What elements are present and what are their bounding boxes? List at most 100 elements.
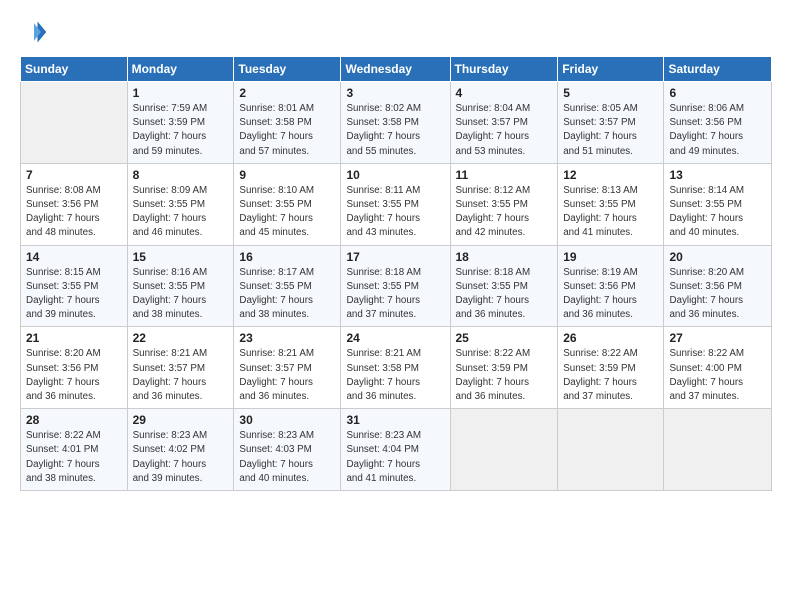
day-number: 2 bbox=[239, 86, 335, 100]
calendar-week-row: 7 Sunrise: 8:08 AMSunset: 3:56 PMDaylight… bbox=[21, 163, 772, 245]
weekday-header: Wednesday bbox=[341, 57, 450, 82]
calendar-cell: 20Sunrise: 8:20 AMSunset: 3:56 PMDayligh… bbox=[664, 245, 772, 327]
calendar-cell: 23Sunrise: 8:21 AMSunset: 3:57 PMDayligh… bbox=[234, 327, 341, 409]
day-number: 15 bbox=[133, 250, 229, 264]
calendar-cell: 13 Sunrise: 8:14 AMSunset: 3:55 PMDayligh… bbox=[664, 163, 772, 245]
day-info: Sunrise: 8:22 AMSunset: 4:00 PMDaylight:… bbox=[669, 347, 766, 404]
day-info: Sunrise: 8:22 AMSunset: 3:59 PMDaylight:… bbox=[456, 347, 553, 404]
weekday-header: Sunday bbox=[21, 57, 128, 82]
calendar-body: 1 Sunrise: 7:59 AMSunset: 3:59 PMDaylight… bbox=[21, 82, 772, 491]
calendar-cell: 15 Sunrise: 8:16 AMSunset: 3:55 PMDayligh… bbox=[127, 245, 234, 327]
day-info: Sunrise: 8:23 AMSunset: 4:02 PMDaylight:… bbox=[133, 429, 229, 486]
day-number: 10 bbox=[346, 168, 444, 182]
day-number: 4 bbox=[456, 86, 553, 100]
day-info: Sunrise: 8:14 AMSunset: 3:55 PMDaylight:… bbox=[669, 184, 766, 241]
day-info: Sunrise: 8:16 AMSunset: 3:55 PMDaylight:… bbox=[133, 266, 229, 323]
logo-icon bbox=[20, 18, 48, 46]
day-info: Sunrise: 8:05 AMSunset: 3:57 PMDaylight:… bbox=[563, 102, 658, 159]
calendar-cell: 1 Sunrise: 7:59 AMSunset: 3:59 PMDaylight… bbox=[127, 82, 234, 164]
calendar-cell: 7 Sunrise: 8:08 AMSunset: 3:56 PMDaylight… bbox=[21, 163, 128, 245]
calendar-cell: 21 Sunrise: 8:20 AMSunset: 3:56 PMDayligh… bbox=[21, 327, 128, 409]
calendar-cell: 17 Sunrise: 8:18 AMSunset: 3:55 PMDayligh… bbox=[341, 245, 450, 327]
day-info: Sunrise: 8:01 AMSunset: 3:58 PMDaylight:… bbox=[239, 102, 335, 159]
day-info: Sunrise: 8:15 AMSunset: 3:55 PMDaylight:… bbox=[26, 266, 122, 323]
day-number: 28 bbox=[26, 413, 122, 427]
day-info: Sunrise: 8:06 AMSunset: 3:56 PMDaylight:… bbox=[669, 102, 766, 159]
calendar-week-row: 28 Sunrise: 8:22 AMSunset: 4:01 PMDayligh… bbox=[21, 409, 772, 491]
day-number: 11 bbox=[456, 168, 553, 182]
day-info: Sunrise: 7:59 AMSunset: 3:59 PMDaylight:… bbox=[133, 102, 229, 159]
day-number: 17 bbox=[346, 250, 444, 264]
day-number: 1 bbox=[133, 86, 229, 100]
calendar-cell bbox=[450, 409, 558, 491]
day-info: Sunrise: 8:21 AMSunset: 3:58 PMDaylight:… bbox=[346, 347, 444, 404]
calendar-cell: 8 Sunrise: 8:09 AMSunset: 3:55 PMDaylight… bbox=[127, 163, 234, 245]
day-number: 14 bbox=[26, 250, 122, 264]
day-info: Sunrise: 8:20 AMSunset: 3:56 PMDaylight:… bbox=[669, 266, 766, 323]
day-info: Sunrise: 8:08 AMSunset: 3:56 PMDaylight:… bbox=[26, 184, 122, 241]
calendar-week-row: 21 Sunrise: 8:20 AMSunset: 3:56 PMDayligh… bbox=[21, 327, 772, 409]
day-number: 7 bbox=[26, 168, 122, 182]
day-number: 22 bbox=[133, 331, 229, 345]
day-info: Sunrise: 8:18 AMSunset: 3:55 PMDaylight:… bbox=[346, 266, 444, 323]
calendar-cell: 28 Sunrise: 8:22 AMSunset: 4:01 PMDayligh… bbox=[21, 409, 128, 491]
day-number: 21 bbox=[26, 331, 122, 345]
calendar-cell: 30Sunrise: 8:23 AMSunset: 4:03 PMDayligh… bbox=[234, 409, 341, 491]
header bbox=[20, 18, 772, 46]
day-info: Sunrise: 8:04 AMSunset: 3:57 PMDaylight:… bbox=[456, 102, 553, 159]
calendar-cell: 12Sunrise: 8:13 AMSunset: 3:55 PMDayligh… bbox=[558, 163, 664, 245]
day-info: Sunrise: 8:23 AMSunset: 4:04 PMDaylight:… bbox=[346, 429, 444, 486]
weekday-row: SundayMondayTuesdayWednesdayThursdayFrid… bbox=[21, 57, 772, 82]
day-number: 18 bbox=[456, 250, 553, 264]
day-info: Sunrise: 8:22 AMSunset: 4:01 PMDaylight:… bbox=[26, 429, 122, 486]
calendar-cell: 5 Sunrise: 8:05 AMSunset: 3:57 PMDaylight… bbox=[558, 82, 664, 164]
day-number: 29 bbox=[133, 413, 229, 427]
day-number: 27 bbox=[669, 331, 766, 345]
calendar-cell: 16 Sunrise: 8:17 AMSunset: 3:55 PMDayligh… bbox=[234, 245, 341, 327]
calendar-cell: 26 Sunrise: 8:22 AMSunset: 3:59 PMDayligh… bbox=[558, 327, 664, 409]
day-number: 19 bbox=[563, 250, 658, 264]
calendar-cell: 6Sunrise: 8:06 AMSunset: 3:56 PMDaylight… bbox=[664, 82, 772, 164]
day-number: 8 bbox=[133, 168, 229, 182]
day-info: Sunrise: 8:02 AMSunset: 3:58 PMDaylight:… bbox=[346, 102, 444, 159]
day-number: 3 bbox=[346, 86, 444, 100]
calendar-cell: 31 Sunrise: 8:23 AMSunset: 4:04 PMDayligh… bbox=[341, 409, 450, 491]
calendar-cell: 27 Sunrise: 8:22 AMSunset: 4:00 PMDayligh… bbox=[664, 327, 772, 409]
day-info: Sunrise: 8:23 AMSunset: 4:03 PMDaylight:… bbox=[239, 429, 335, 486]
calendar-week-row: 1 Sunrise: 7:59 AMSunset: 3:59 PMDaylight… bbox=[21, 82, 772, 164]
calendar-header: SundayMondayTuesdayWednesdayThursdayFrid… bbox=[21, 57, 772, 82]
calendar-cell bbox=[21, 82, 128, 164]
day-number: 12 bbox=[563, 168, 658, 182]
day-number: 5 bbox=[563, 86, 658, 100]
calendar-cell: 4 Sunrise: 8:04 AMSunset: 3:57 PMDaylight… bbox=[450, 82, 558, 164]
day-info: Sunrise: 8:19 AMSunset: 3:56 PMDaylight:… bbox=[563, 266, 658, 323]
calendar-cell: 18 Sunrise: 8:18 AMSunset: 3:55 PMDayligh… bbox=[450, 245, 558, 327]
day-number: 23 bbox=[239, 331, 335, 345]
weekday-header: Tuesday bbox=[234, 57, 341, 82]
calendar-cell bbox=[558, 409, 664, 491]
day-info: Sunrise: 8:09 AMSunset: 3:55 PMDaylight:… bbox=[133, 184, 229, 241]
day-info: Sunrise: 8:11 AMSunset: 3:55 PMDaylight:… bbox=[346, 184, 444, 241]
day-info: Sunrise: 8:10 AMSunset: 3:55 PMDaylight:… bbox=[239, 184, 335, 241]
day-number: 31 bbox=[346, 413, 444, 427]
day-info: Sunrise: 8:12 AMSunset: 3:55 PMDaylight:… bbox=[456, 184, 553, 241]
day-number: 26 bbox=[563, 331, 658, 345]
day-number: 13 bbox=[669, 168, 766, 182]
day-info: Sunrise: 8:17 AMSunset: 3:55 PMDaylight:… bbox=[239, 266, 335, 323]
calendar-cell: 29 Sunrise: 8:23 AMSunset: 4:02 PMDayligh… bbox=[127, 409, 234, 491]
calendar-cell bbox=[664, 409, 772, 491]
page: SundayMondayTuesdayWednesdayThursdayFrid… bbox=[0, 0, 792, 612]
day-number: 24 bbox=[346, 331, 444, 345]
weekday-header: Monday bbox=[127, 57, 234, 82]
logo bbox=[20, 18, 50, 46]
calendar-cell: 19 Sunrise: 8:19 AMSunset: 3:56 PMDayligh… bbox=[558, 245, 664, 327]
weekday-header: Friday bbox=[558, 57, 664, 82]
day-number: 9 bbox=[239, 168, 335, 182]
day-number: 16 bbox=[239, 250, 335, 264]
day-info: Sunrise: 8:20 AMSunset: 3:56 PMDaylight:… bbox=[26, 347, 122, 404]
calendar-cell: 14 Sunrise: 8:15 AMSunset: 3:55 PMDayligh… bbox=[21, 245, 128, 327]
day-info: Sunrise: 8:22 AMSunset: 3:59 PMDaylight:… bbox=[563, 347, 658, 404]
calendar-cell: 22Sunrise: 8:21 AMSunset: 3:57 PMDayligh… bbox=[127, 327, 234, 409]
day-info: Sunrise: 8:18 AMSunset: 3:55 PMDaylight:… bbox=[456, 266, 553, 323]
day-number: 25 bbox=[456, 331, 553, 345]
